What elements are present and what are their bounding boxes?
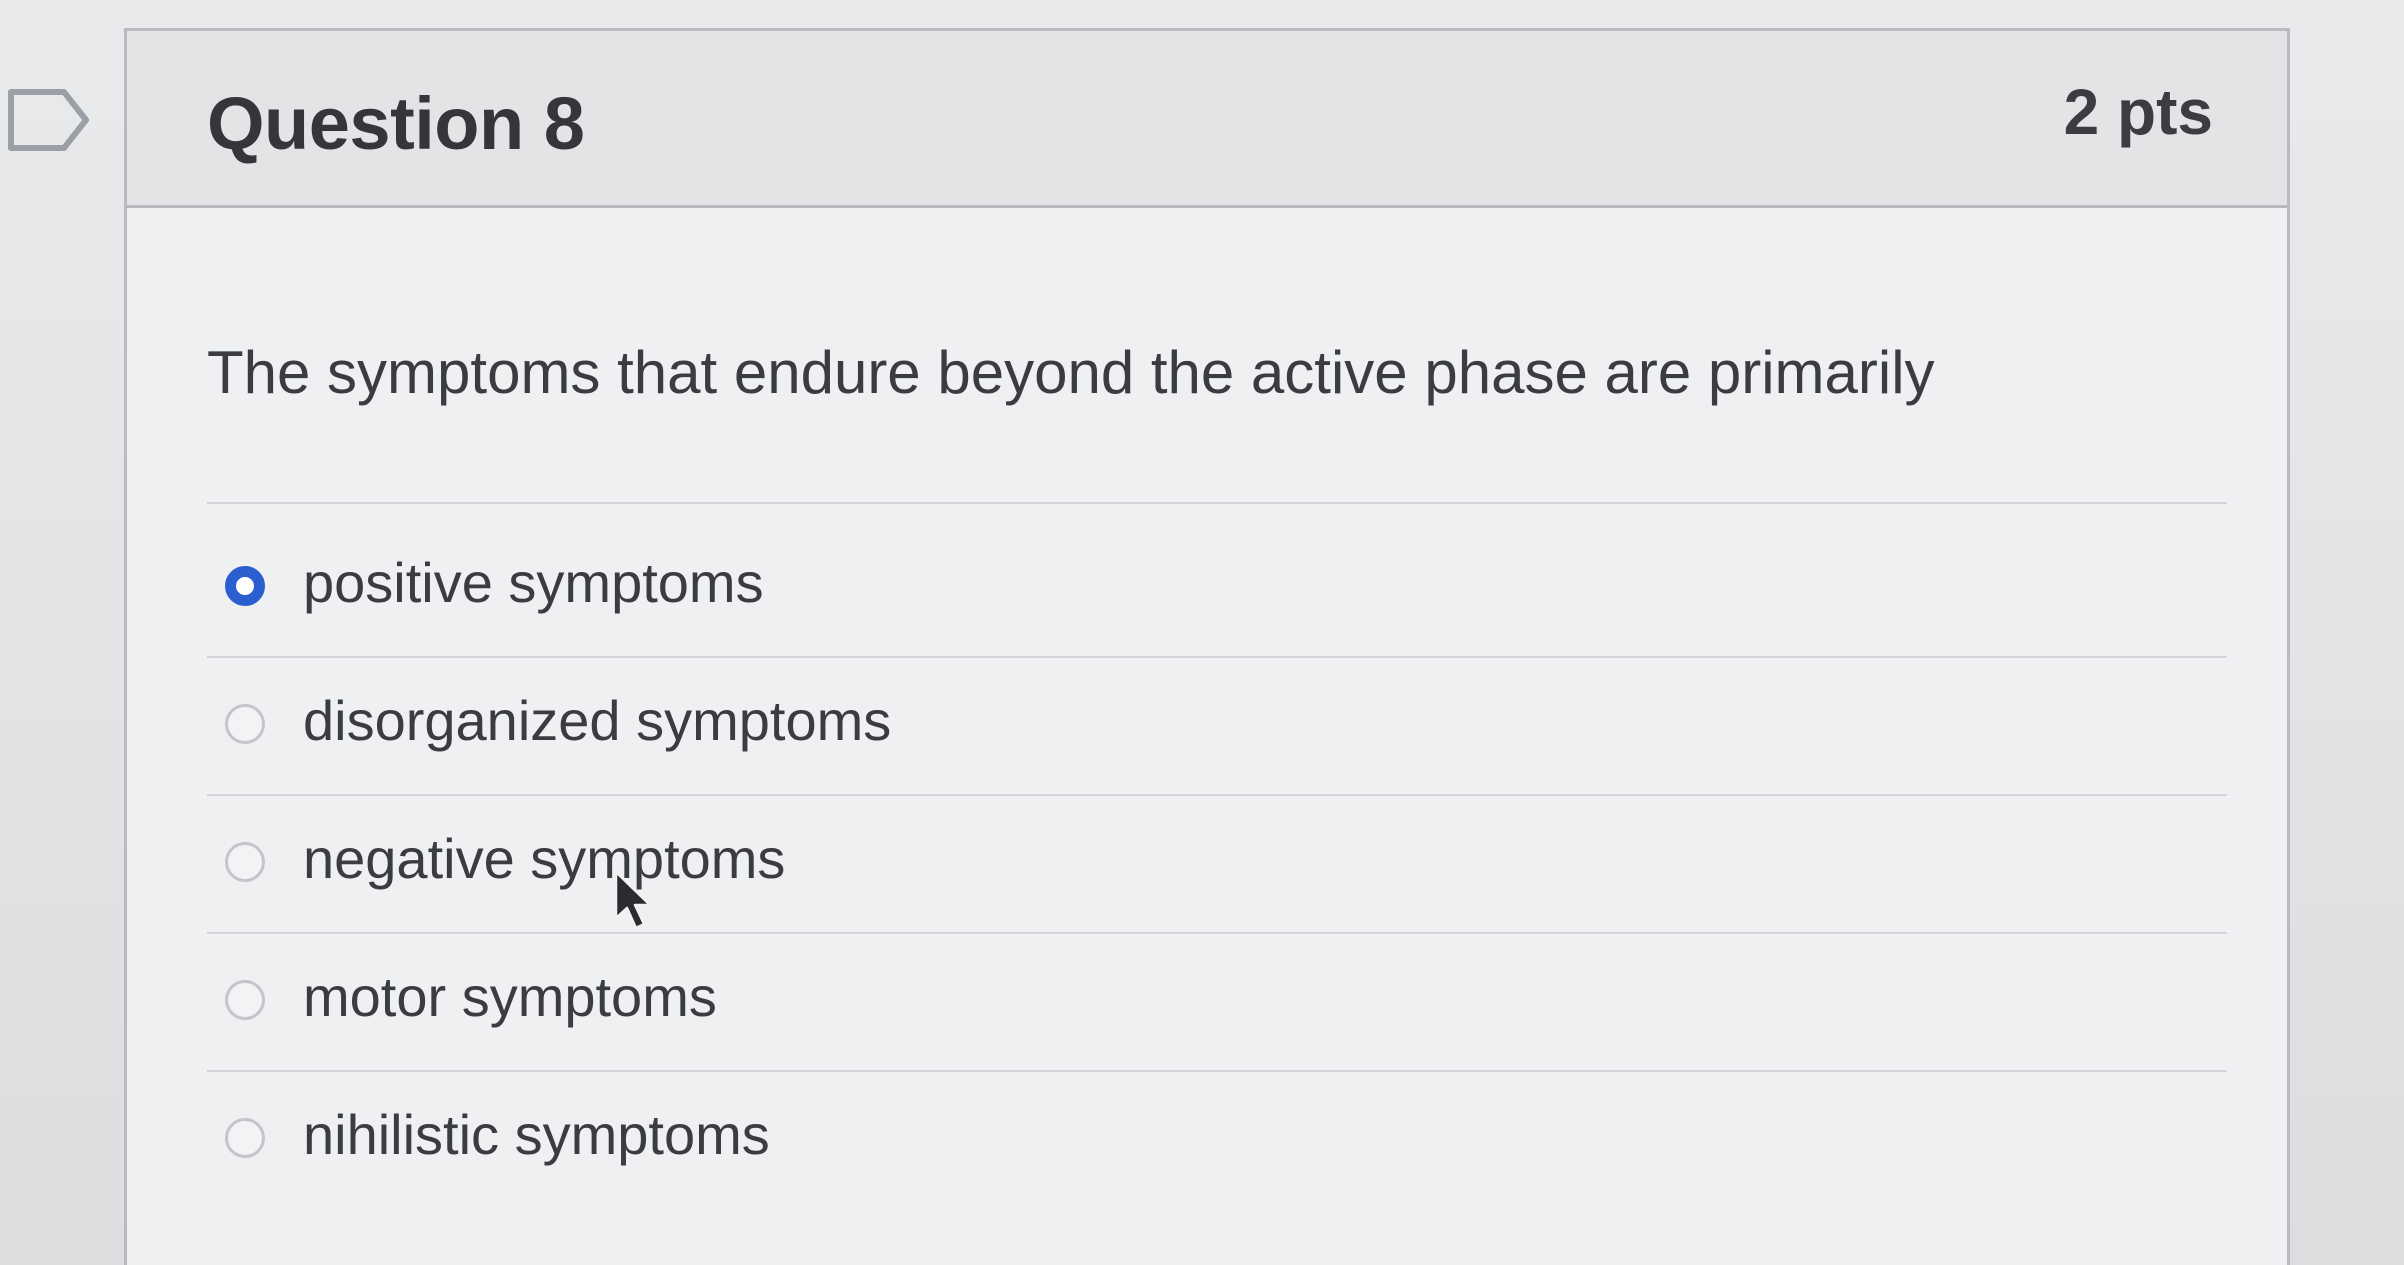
quiz-page: Question 8 2 pts The symptoms that endur… <box>0 0 2404 1265</box>
answer-option-disorganized[interactable]: disorganized symptoms <box>207 658 2227 796</box>
radio-button[interactable] <box>225 980 265 1020</box>
answer-label: negative symptoms <box>303 827 786 890</box>
answer-option-positive[interactable]: positive symptoms <box>207 520 2227 658</box>
answer-label: disorganized symptoms <box>303 689 892 752</box>
answer-label: motor symptoms <box>303 965 717 1028</box>
answer-option-motor[interactable]: motor symptoms <box>207 934 2227 1072</box>
flag-question-icon[interactable] <box>8 88 90 152</box>
answer-option-nihilistic[interactable]: nihilistic symptoms <box>207 1072 2227 1208</box>
radio-button-selected[interactable] <box>225 566 265 606</box>
question-card: Question 8 2 pts The symptoms that endur… <box>124 28 2290 1265</box>
question-points: 2 pts <box>2063 76 2213 148</box>
radio-button[interactable] <box>225 1118 265 1158</box>
radio-button[interactable] <box>225 704 265 744</box>
question-header: Question 8 2 pts <box>127 31 2287 208</box>
answer-label: nihilistic symptoms <box>303 1103 770 1166</box>
answer-option-negative[interactable]: negative symptoms <box>207 796 2227 934</box>
mouse-pointer-icon <box>614 870 652 930</box>
radio-button[interactable] <box>225 842 265 882</box>
divider <box>207 502 2227 504</box>
question-text: The symptoms that endure beyond the acti… <box>207 339 1935 406</box>
answer-label: positive symptoms <box>303 551 764 614</box>
question-title: Question 8 <box>207 82 585 165</box>
answer-list: positive symptoms disorganized symptoms … <box>207 520 2227 1208</box>
